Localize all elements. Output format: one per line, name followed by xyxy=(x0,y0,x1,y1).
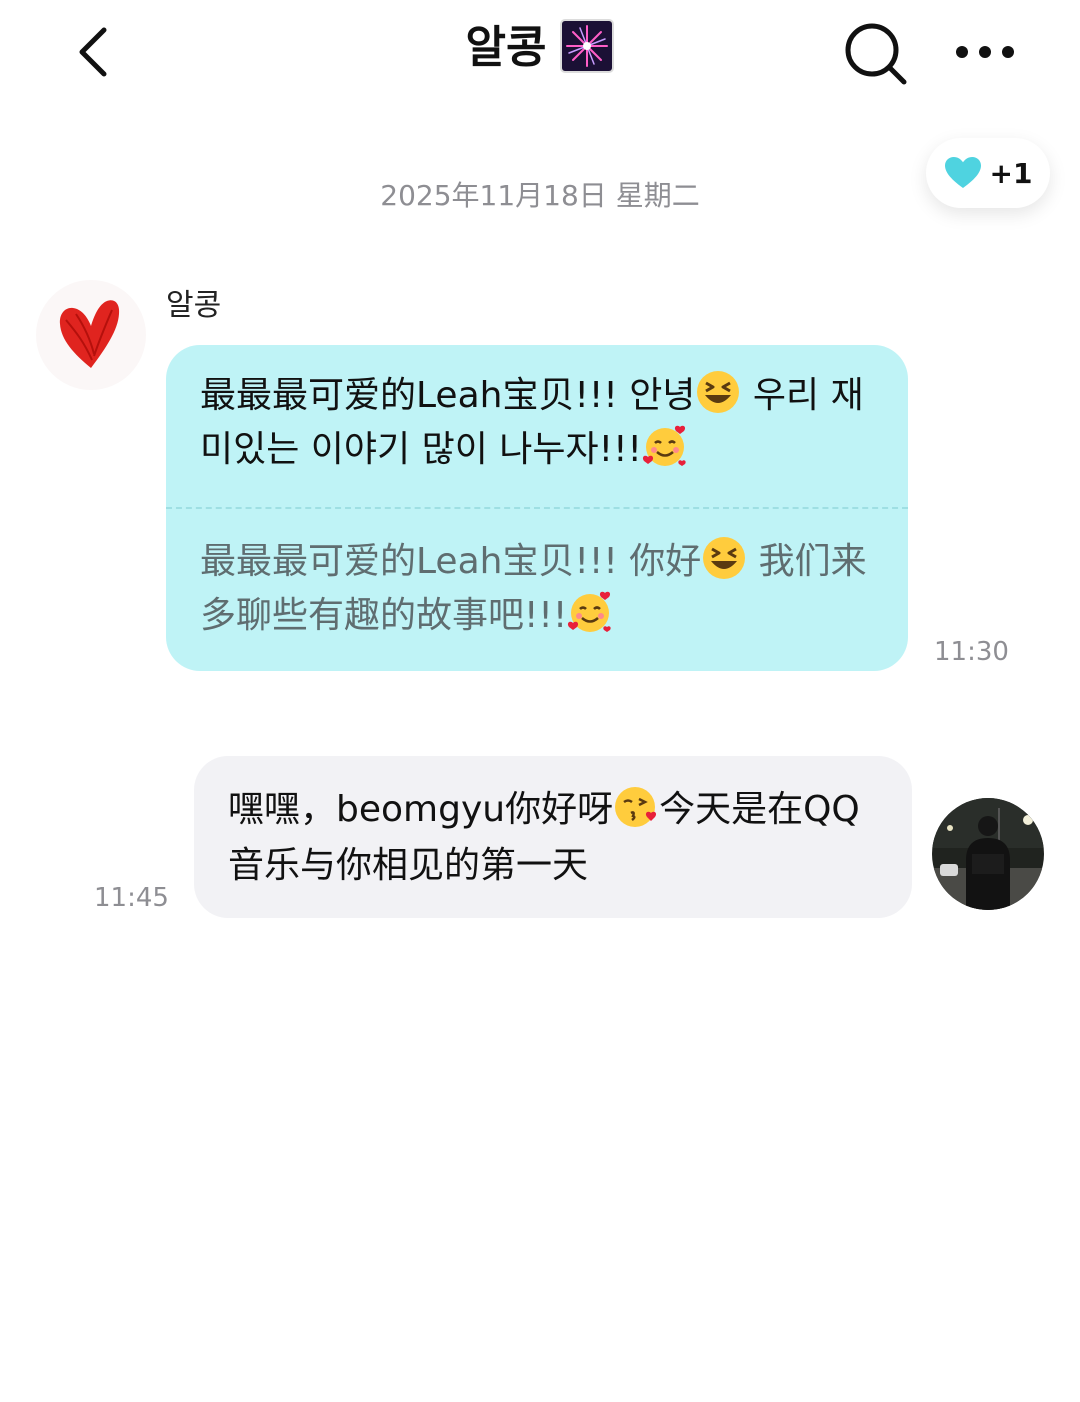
fireworks-icon xyxy=(560,19,615,73)
more-options-button[interactable] xyxy=(950,30,1020,74)
chat-header: 알콩 xyxy=(0,0,1080,110)
translation-divider xyxy=(166,507,908,509)
grinning-squinting-emoji-icon xyxy=(703,537,746,579)
search-button[interactable] xyxy=(840,18,910,88)
night-street-photo-icon xyxy=(932,798,1044,910)
chat-title: 알콩 xyxy=(465,22,547,73)
message-timestamp: 11:45 xyxy=(94,883,169,913)
search-icon xyxy=(845,23,907,85)
sender-name: 알콩 xyxy=(166,288,222,323)
message-original-part: 最最最可爱的Leah宝贝!!! 안녕 xyxy=(200,375,696,416)
message-translation-part: 最最最可爱的Leah宝贝!!! 你好 xyxy=(200,541,702,582)
user-avatar[interactable] xyxy=(932,798,1044,910)
face-blowing-kiss-emoji-icon xyxy=(615,787,657,827)
message-translation-text: 最最最可爱的Leah宝贝!!! 你好 我们来多聊些有趣的故事吧!!! xyxy=(200,535,880,643)
smiling-face-with-hearts-emoji-icon xyxy=(642,425,686,466)
message-timestamp: 11:30 xyxy=(934,637,1009,667)
message-text-part: 嘿嘿，beomgyu你好呀 xyxy=(228,789,614,830)
message-original-text: 最最最可爱的Leah宝贝!!! 안녕 우리 재미있는 이야기 많이 나누자!!! xyxy=(200,369,880,477)
outgoing-message-bubble[interactable]: 嘿嘿，beomgyu你好呀 今天是在QQ音乐与你相见的第一天 xyxy=(194,756,912,918)
chat-title-area: 알콩 xyxy=(0,16,1080,80)
sender-avatar[interactable] xyxy=(36,280,146,390)
incoming-message-bubble[interactable]: 最最最可爱的Leah宝贝!!! 안녕 우리 재미있는 이야기 많이 나누자!!!… xyxy=(166,345,908,671)
message-text: 嘿嘿，beomgyu你好呀 今天是在QQ音乐与你相见的第一天 xyxy=(228,782,888,894)
grinning-squinting-emoji-icon xyxy=(697,371,740,413)
smiling-face-with-hearts-emoji-icon xyxy=(568,591,611,632)
red-heart-drawing-icon xyxy=(59,300,120,368)
date-separator: 2025年11月18日 星期二 xyxy=(380,179,700,212)
more-horizontal-icon xyxy=(956,46,1014,58)
